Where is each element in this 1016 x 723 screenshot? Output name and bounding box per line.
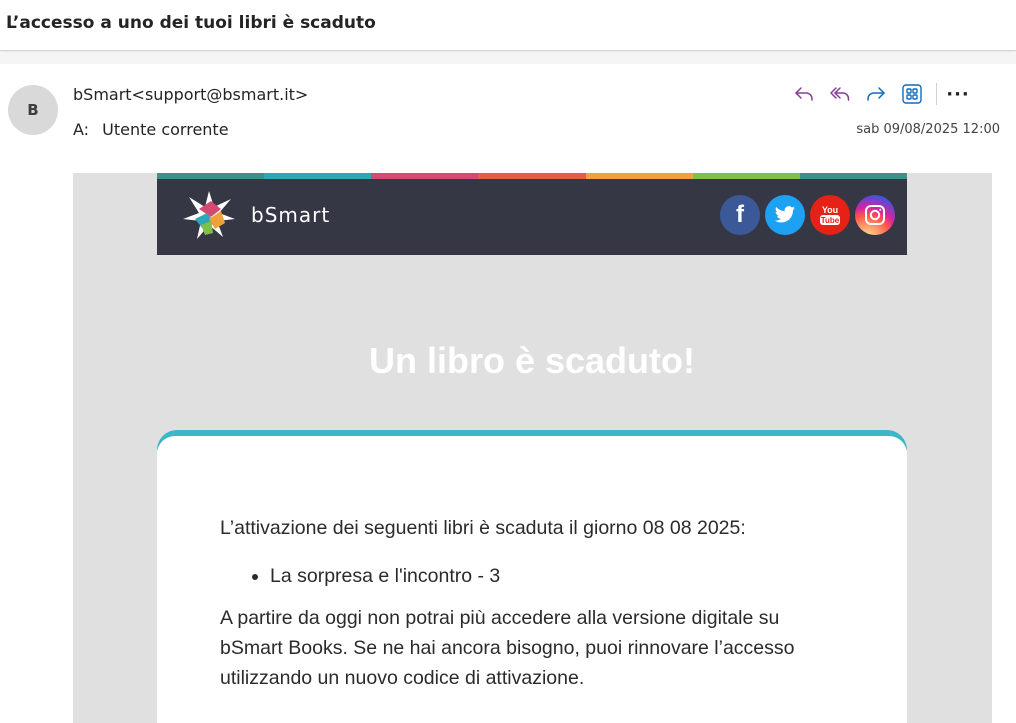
reply-button[interactable] [786, 80, 822, 108]
message-content: L’attivazione dei seguenti libri è scadu… [220, 513, 840, 711]
header-separator [0, 52, 1016, 64]
instagram-button[interactable] [855, 195, 895, 235]
message-actions: ··· [786, 80, 973, 108]
youtube-button[interactable]: You Tube [810, 195, 850, 235]
email-subject: L’accesso a uno dei tuoi libri è scaduto [6, 13, 376, 33]
expiry-intro: L’attivazione dei seguenti libri è scadu… [220, 517, 746, 539]
expired-books-list: La sorpresa e l'incontro - 3 [270, 561, 840, 591]
expiry-body: A partire da oggi non potrai più acceder… [220, 607, 795, 689]
actions-divider [936, 83, 937, 105]
color-stripe [157, 173, 907, 179]
svg-text:Tube: Tube [821, 216, 840, 225]
facebook-button[interactable]: f [720, 195, 760, 235]
recipient-line: A: Utente corrente [73, 120, 229, 139]
newsletter-header: bSmart f You Tube [157, 173, 907, 255]
svg-text:You: You [822, 205, 838, 215]
instagram-icon [865, 205, 885, 225]
social-links: f You Tube [720, 195, 895, 235]
apps-button[interactable] [894, 80, 930, 108]
bsmart-logo-icon[interactable] [181, 189, 237, 241]
facebook-icon: f [736, 201, 744, 228]
twitter-button[interactable] [765, 195, 805, 235]
sent-date: sab 09/08/2025 12:00 [856, 122, 1000, 137]
apps-icon [902, 84, 922, 104]
sender-avatar[interactable]: B [8, 85, 58, 135]
subject-bar: L’accesso a uno dei tuoi libri è scaduto [0, 0, 1016, 51]
sender-address[interactable]: bSmart<support@bsmart.it> [73, 85, 308, 104]
to-label: A: [73, 120, 90, 139]
recipient-name[interactable]: Utente corrente [102, 120, 228, 139]
list-item: La sorpresa e l'incontro - 3 [270, 561, 840, 591]
forward-button[interactable] [858, 80, 894, 108]
forward-icon [867, 87, 885, 101]
brand-name: bSmart [251, 203, 331, 227]
youtube-icon: You Tube [820, 205, 840, 225]
twitter-icon [774, 206, 796, 223]
reply-icon [795, 87, 813, 101]
reply-all-button[interactable] [822, 80, 858, 108]
reply-all-icon [830, 87, 850, 101]
more-actions-button[interactable]: ··· [943, 80, 973, 108]
email-headline: Un libro è scaduto! [368, 340, 696, 381]
